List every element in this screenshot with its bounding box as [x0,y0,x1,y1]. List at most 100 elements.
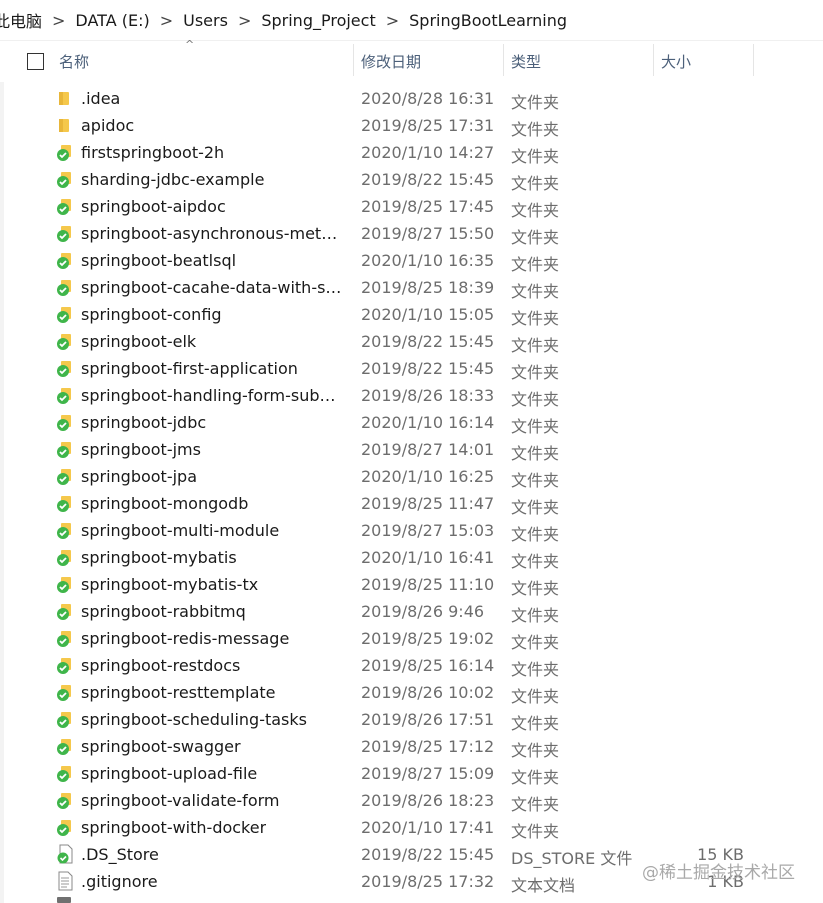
file-name[interactable]: sharding-jdbc-example [81,170,264,189]
file-row[interactable]: springboot-mybatis 2020/1/10 16:41 文件夹 [0,545,823,572]
file-row[interactable]: springboot-validate-form 2019/8/26 18:23 文… [0,788,823,815]
file-row[interactable]: springboot-upload-file 2019/8/27 15:09 文件夹 [0,761,823,788]
column-header-date[interactable]: 修改日期 [361,51,421,72]
file-name[interactable]: springboot-first-application [81,359,298,378]
folder-synced-icon [56,331,74,351]
file-name[interactable]: springboot-elk [81,332,196,351]
file-name[interactable]: springboot-jms [81,440,201,459]
file-modified-date: 2019/8/22 15:45 [361,332,495,351]
file-name[interactable]: springboot-redis-message [81,629,289,648]
breadcrumb-separator-icon[interactable]: > [154,11,179,30]
file-row[interactable]: springboot-mongodb 2019/8/25 11:47 文件夹 [0,491,823,518]
file-row[interactable]: springboot-beatlsql 2020/1/10 16:35 文件夹 [0,248,823,275]
file-synced-icon [56,844,74,864]
file-row[interactable]: firstspringboot-2h 2020/1/10 14:27 文件夹 [0,140,823,167]
file-name[interactable]: springboot-scheduling-tasks [81,710,307,729]
file-name[interactable]: springboot-handling-form-submis... [81,386,343,405]
column-header-size[interactable]: 大小 [661,51,691,72]
file-row[interactable]: springboot-jms 2019/8/27 14:01 文件夹 [0,437,823,464]
file-row[interactable]: springboot-elk 2019/8/22 15:45 文件夹 [0,329,823,356]
file-row[interactable]: .idea 2020/8/28 16:31 文件夹 [0,86,823,113]
file-row[interactable]: springboot-restdocs 2019/8/25 16:14 文件夹 [0,653,823,680]
file-name[interactable]: springboot-rabbitmq [81,602,246,621]
file-name[interactable]: springboot-multi-module [81,521,279,540]
file-name[interactable]: .gitignore [81,872,158,891]
breadcrumb-separator-icon[interactable]: > [232,11,257,30]
folder-synced-icon [56,412,74,432]
file-row[interactable]: apidoc 2019/8/25 17:31 文件夹 [0,113,823,140]
file-type: 文件夹 [511,417,560,436]
file-type: 文件夹 [511,525,560,544]
column-header-name[interactable]: 名称 [59,51,89,72]
file-name[interactable]: springboot-mybatis [81,548,237,567]
file-row[interactable]: springboot-handling-form-submis... 2019/8… [0,383,823,410]
folder-synced-icon [56,196,74,216]
breadcrumb-item-drive[interactable]: DATA (E:) [71,11,153,30]
folder-synced-icon [56,574,74,594]
breadcrumb-item-this-pc[interactable]: 此电脑 [0,8,46,32]
file-modified-date: 2019/8/25 11:10 [361,575,495,594]
file-row[interactable]: springboot-resttemplate 2019/8/26 10:02 文件… [0,680,823,707]
file-modified-date: 2019/8/25 16:14 [361,656,495,675]
file-name[interactable]: springboot-aipdoc [81,197,226,216]
file-name[interactable]: apidoc [81,116,134,135]
file-name[interactable]: springboot-upload-file [81,764,257,783]
file-name[interactable]: springboot-asynchronous-methods [81,224,343,243]
file-name[interactable]: springboot-restdocs [81,656,240,675]
file-row[interactable]: springboot-rabbitmq 2019/8/26 9:46 文件夹 [0,599,823,626]
file-name[interactable]: .DS_Store [81,845,159,864]
column-divider[interactable] [353,44,354,76]
file-name[interactable]: springboot-swagger [81,737,241,756]
file-name[interactable]: springboot-config [81,305,222,324]
file-type: 文件夹 [511,228,560,247]
file-modified-date: 2019/8/26 18:23 [361,791,495,810]
file-row[interactable]: sharding-jdbc-example 2019/8/22 15:45 文件夹 [0,167,823,194]
file-name[interactable]: springboot-mongodb [81,494,248,513]
folder-synced-icon [56,439,74,459]
folder-synced-icon [56,520,74,540]
file-row[interactable]: springboot-multi-module 2019/8/27 15:03 文件… [0,518,823,545]
folder-synced-icon [56,655,74,675]
folder-synced-icon [56,601,74,621]
file-row[interactable]: springboot-first-application 2019/8/22 15… [0,356,823,383]
breadcrumb-separator-icon[interactable]: > [46,11,71,30]
file-name[interactable]: springboot-resttemplate [81,683,276,702]
file-name[interactable]: springboot-mybatis-tx [81,575,258,594]
file-name[interactable]: springboot-validate-form [81,791,279,810]
file-name[interactable]: firstspringboot-2h [81,143,224,162]
breadcrumb-item-spring-project[interactable]: Spring_Project [257,11,379,30]
file-row[interactable]: springboot-scheduling-tasks 2019/8/26 17:… [0,707,823,734]
file-type: 文件夹 [511,552,560,571]
file-row[interactable]: springboot-redis-message 2019/8/25 19:02 文… [0,626,823,653]
file-name[interactable]: springboot-beatlsql [81,251,236,270]
file-row[interactable]: springboot-config 2020/1/10 15:05 文件夹 [0,302,823,329]
breadcrumb-separator-icon[interactable]: > [380,11,405,30]
breadcrumb-item-current-folder[interactable]: SpringBootLearning [405,11,571,30]
file-name[interactable]: springboot-cacahe-data-with-spri... [81,278,343,297]
file-modified-date: 2019/8/25 18:39 [361,278,495,297]
file-row[interactable]: springboot-jdbc 2020/1/10 16:14 文件夹 [0,410,823,437]
file-modified-date: 2020/1/10 16:14 [361,413,495,432]
breadcrumb-item-users[interactable]: Users [179,11,232,30]
folder-synced-icon [56,385,74,405]
folder-synced-icon [56,304,74,324]
file-row[interactable]: springboot-asynchronous-methods 2019/8/27… [0,221,823,248]
file-name[interactable]: springboot-jdbc [81,413,206,432]
file-name[interactable]: .idea [81,89,120,108]
folder-synced-icon [56,277,74,297]
column-divider[interactable] [503,44,504,76]
file-row[interactable]: springboot-cacahe-data-with-spri... 2019/… [0,275,823,302]
column-divider[interactable] [653,44,654,76]
column-header-type[interactable]: 类型 [511,51,541,72]
select-all-checkbox[interactable] [27,53,44,70]
file-row[interactable]: springboot-mybatis-tx 2019/8/25 11:10 文件夹 [0,572,823,599]
file-row[interactable]: springboot-swagger 2019/8/25 17:12 文件夹 [0,734,823,761]
file-row[interactable]: springboot-aipdoc 2019/8/25 17:45 文件夹 [0,194,823,221]
folder-synced-icon [56,709,74,729]
file-name[interactable]: springboot-jpa [81,467,197,486]
column-divider[interactable] [753,44,754,76]
file-row[interactable]: springboot-jpa 2020/1/10 16:25 文件夹 [0,464,823,491]
file-name[interactable]: springboot-with-docker [81,818,266,837]
file-modified-date: 2019/8/25 17:31 [361,116,495,135]
file-row[interactable]: springboot-with-docker 2020/1/10 17:41 文件夹 [0,815,823,842]
